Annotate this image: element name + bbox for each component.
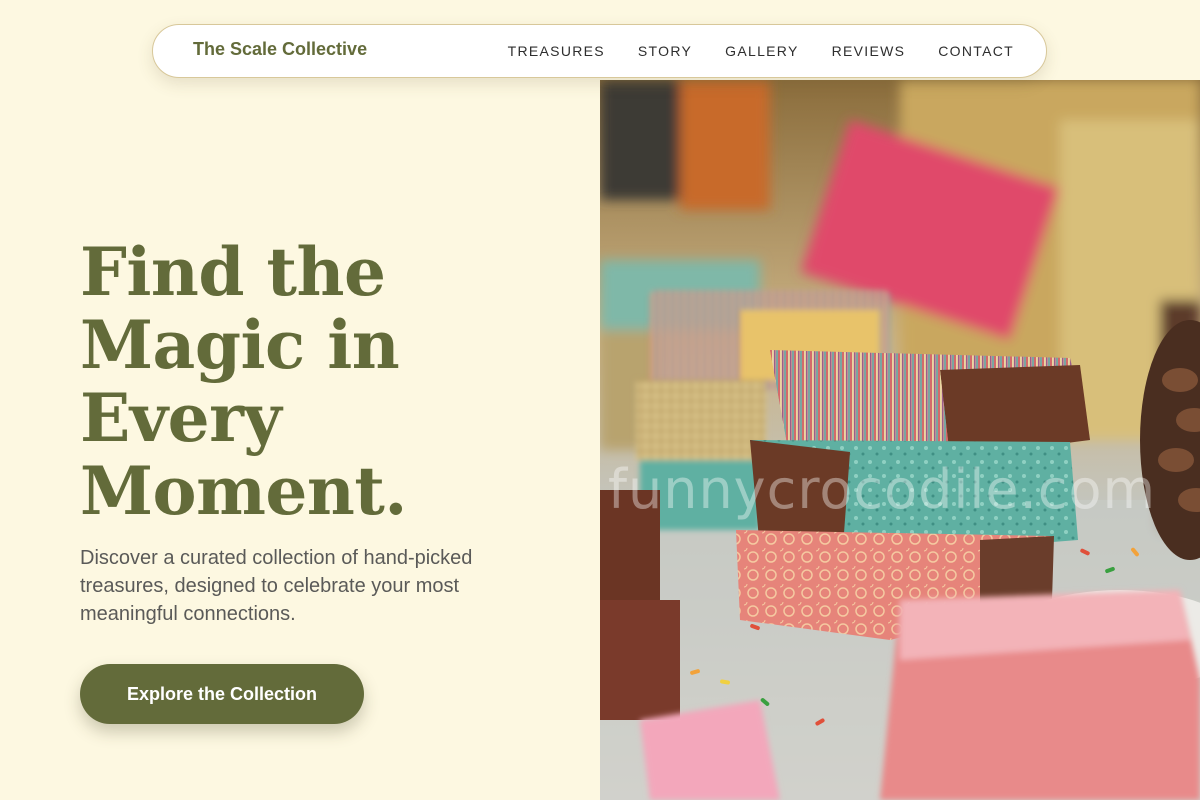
hero-photo-gift-boxes	[600, 80, 1200, 800]
image-watermark: funnycrocodile.com	[608, 458, 1157, 521]
top-navbar: The Scale Collective TREASURES STORY GAL…	[152, 24, 1047, 78]
headline-line-1: Find the	[80, 233, 386, 311]
hero-image: funnycrocodile.com	[600, 80, 1200, 800]
hero-headline: Find the Magic in Every Moment.	[80, 236, 560, 528]
explore-collection-button[interactable]: Explore the Collection	[80, 664, 364, 724]
nav-link-reviews[interactable]: REVIEWS	[832, 43, 906, 59]
nav-link-story[interactable]: STORY	[638, 43, 692, 59]
hero-copy: Find the Magic in Every Moment. Discover…	[80, 236, 560, 628]
nav-link-treasures[interactable]: TREASURES	[508, 43, 605, 59]
headline-line-4: Moment.	[80, 452, 407, 530]
headline-line-3: Every	[80, 379, 282, 457]
hero-subtext: Discover a curated collection of hand-pi…	[80, 547, 473, 625]
nav-links: TREASURES STORY GALLERY REVIEWS CONTACT	[508, 43, 1014, 59]
nav-link-gallery[interactable]: GALLERY	[725, 43, 798, 59]
brand-logo-link[interactable]: The Scale Collective	[193, 39, 367, 60]
headline-line-2: Magic in	[80, 306, 400, 384]
nav-link-contact[interactable]: CONTACT	[938, 43, 1014, 59]
